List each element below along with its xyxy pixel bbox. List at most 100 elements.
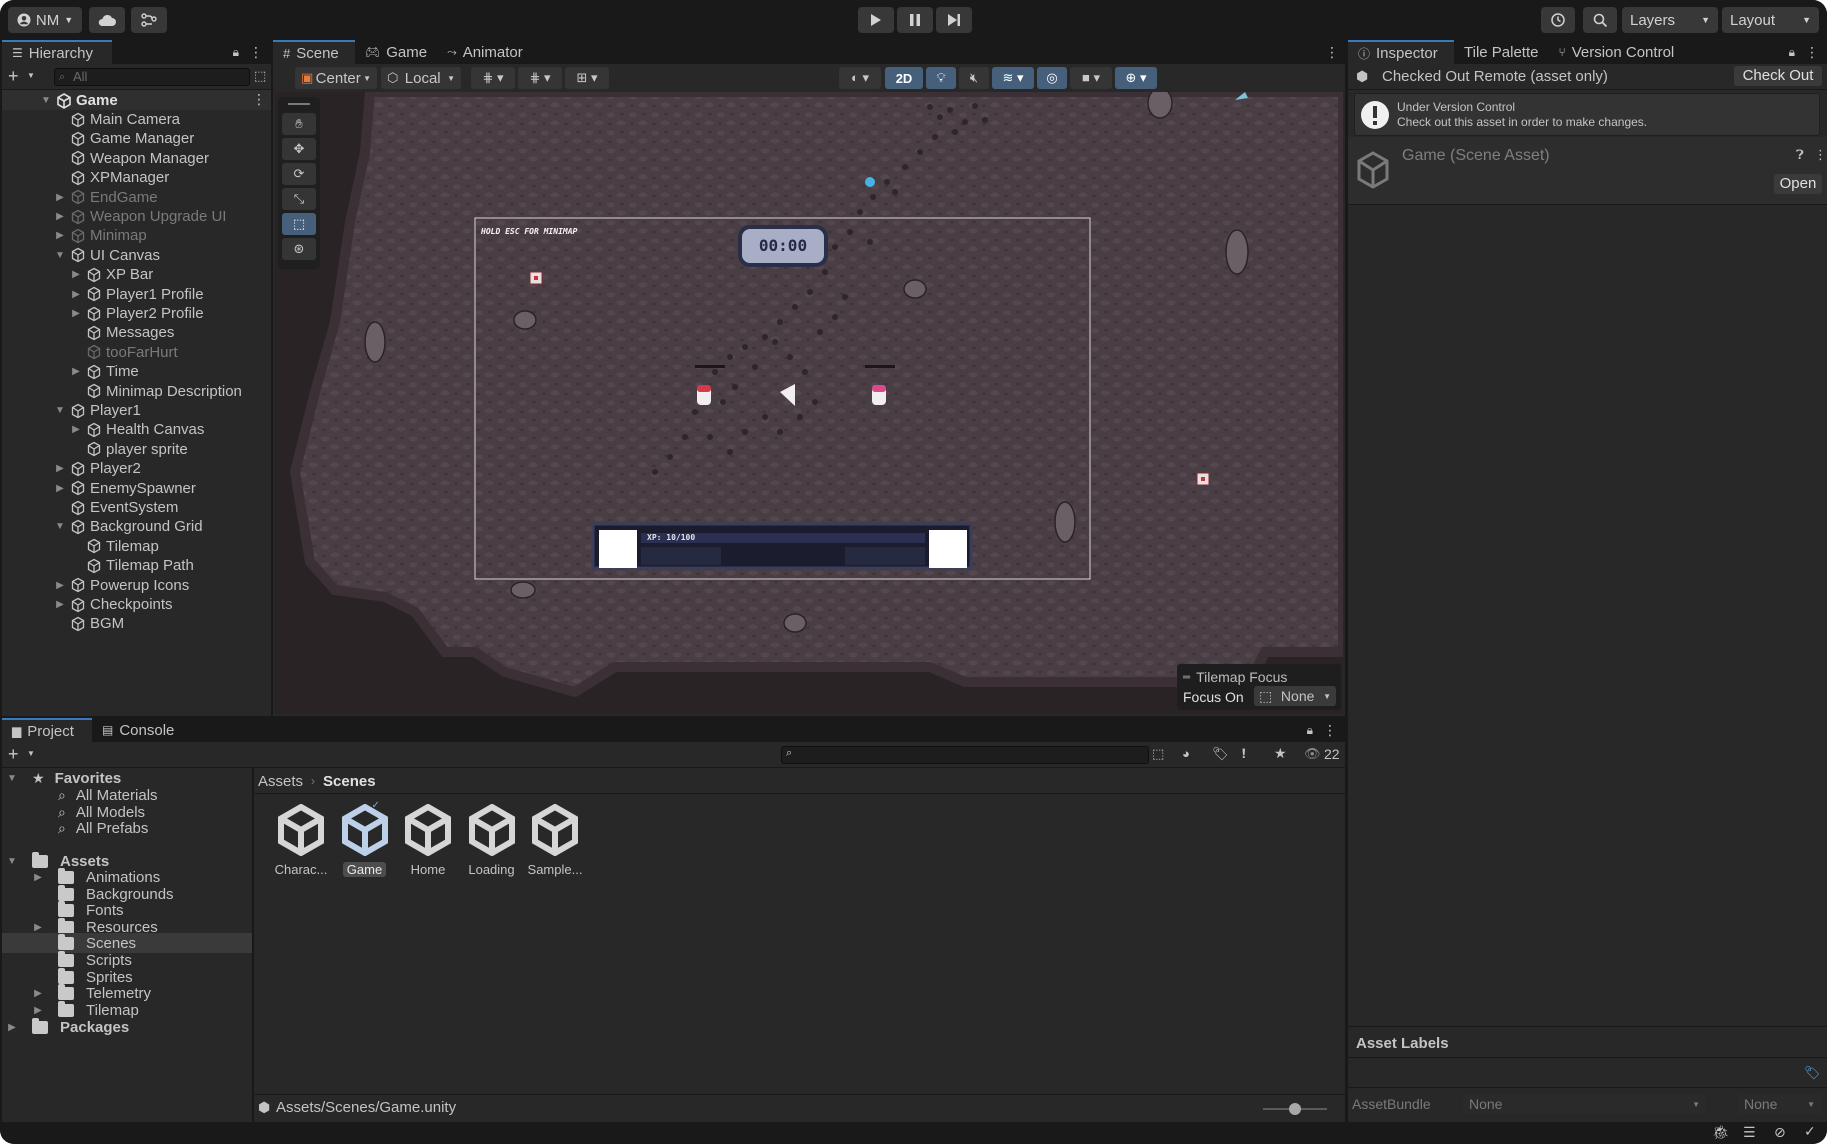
hierarchy-item[interactable]: ▶ Health Canvas bbox=[70, 420, 204, 439]
collapse-arrow-icon[interactable]: ▶ bbox=[54, 230, 66, 241]
hierarchy-item[interactable]: Messages bbox=[70, 323, 174, 342]
more-menu-icon[interactable]: ⋮ bbox=[1325, 44, 1345, 61]
collapse-arrow-icon[interactable]: ▶ bbox=[54, 211, 66, 222]
hierarchy-item[interactable]: ▶ Weapon Upgrade UI bbox=[54, 207, 226, 226]
debug-bug-icon[interactable]: 🐞︎ bbox=[1712, 1124, 1730, 1141]
pause-button[interactable] bbox=[897, 7, 933, 33]
lock-icon[interactable]: 🔒︎ bbox=[1789, 45, 1805, 60]
more-menu-icon[interactable]: ⋮ bbox=[249, 44, 271, 61]
cache-server-icon[interactable]: ☰ bbox=[1743, 1124, 1756, 1141]
focus-on-dropdown[interactable]: ⬚ None ▼ bbox=[1254, 686, 1336, 706]
hierarchy-item[interactable]: ▶ Player1 Profile bbox=[70, 285, 203, 304]
tab-project[interactable]: ▆ Project bbox=[2, 718, 92, 742]
hierarchy-search-input[interactable]: ⌕ All bbox=[54, 68, 250, 86]
open-button[interactable]: Open bbox=[1774, 174, 1822, 194]
hierarchy-item[interactable]: Tilemap Path bbox=[70, 556, 194, 575]
hand-tool[interactable]: ✋︎ bbox=[282, 113, 316, 135]
collapse-arrow-icon[interactable]: ▶ bbox=[32, 1005, 44, 1016]
hidden-objects-toggle[interactable]: ◎ bbox=[1037, 67, 1067, 89]
tab-console[interactable]: ▤ Console bbox=[92, 718, 184, 742]
hierarchy-item[interactable]: player sprite bbox=[70, 440, 188, 459]
collapse-arrow-icon[interactable]: ▶ bbox=[54, 463, 66, 474]
grid-snap-button[interactable]: ⋕ ▾ bbox=[518, 67, 562, 89]
lock-icon[interactable]: 🔒︎ bbox=[1307, 723, 1323, 738]
version-control-button[interactable] bbox=[131, 7, 167, 33]
filter-warnings-icon[interactable]: ❗︎ bbox=[1242, 746, 1246, 762]
undo-history-button[interactable] bbox=[1541, 7, 1575, 33]
scene-root-game[interactable]: ▼ Game bbox=[40, 91, 118, 110]
expand-arrow-icon[interactable]: ▼ bbox=[54, 521, 66, 532]
hierarchy-item[interactable]: Minimap Description bbox=[70, 382, 242, 401]
search-button[interactable] bbox=[1583, 7, 1617, 33]
collapse-arrow-icon[interactable]: ▶ bbox=[54, 483, 66, 494]
hierarchy-item[interactable]: ▶ Powerup Icons bbox=[54, 576, 189, 595]
pivot-center-dropdown[interactable]: ▣ Center ▼ bbox=[295, 67, 377, 89]
collapse-arrow-icon[interactable]: ▶ bbox=[70, 269, 82, 280]
filter-by-type-icon[interactable]: ◕ bbox=[1182, 746, 1190, 761]
more-menu-icon[interactable]: ⋮ bbox=[1323, 722, 1345, 739]
collapse-arrow-icon[interactable]: ▶ bbox=[54, 192, 66, 203]
collapse-arrow-icon[interactable]: ▶ bbox=[32, 922, 44, 933]
asset-tile[interactable]: Charac... bbox=[266, 803, 336, 877]
lock-icon[interactable]: 🔒︎ bbox=[233, 45, 249, 60]
icon-size-slider[interactable] bbox=[1263, 1103, 1327, 1115]
hierarchy-item[interactable]: ▶ EndGame bbox=[54, 188, 157, 207]
transform-tool[interactable]: ⊛ bbox=[282, 238, 316, 260]
hierarchy-item[interactable]: EventSystem bbox=[54, 498, 178, 517]
audio-toggle[interactable]: 🔇︎ bbox=[959, 67, 989, 89]
collapse-arrow-icon[interactable]: ▶ bbox=[70, 366, 82, 377]
breadcrumb-assets[interactable]: Assets bbox=[258, 773, 303, 790]
tab-version-control[interactable]: ⑂ Version Control bbox=[1548, 40, 1684, 64]
search-by-type-icon[interactable]: ⬚ bbox=[1152, 746, 1164, 762]
hierarchy-item[interactable]: Game Manager bbox=[54, 129, 194, 148]
checkout-button[interactable]: Check Out bbox=[1734, 66, 1822, 86]
tab-hierarchy[interactable]: ☰ Hierarchy bbox=[2, 40, 112, 64]
hierarchy-item[interactable]: Main Camera bbox=[54, 110, 180, 129]
assetbundle-dropdown[interactable]: None ▼ bbox=[1463, 1094, 1706, 1114]
hierarchy-item[interactable]: tooFarHurt bbox=[70, 343, 178, 362]
hierarchy-item[interactable]: ▶ Minimap bbox=[54, 226, 147, 245]
account-dropdown[interactable]: NM ▼ bbox=[8, 7, 82, 33]
hierarchy-item[interactable]: ▼ UI Canvas bbox=[54, 246, 160, 265]
layers-dropdown[interactable]: Layers ▼ bbox=[1622, 7, 1718, 33]
increment-snap-button[interactable]: ⊞ ▾ bbox=[565, 67, 609, 89]
add-icon[interactable]: + bbox=[8, 744, 19, 765]
breadcrumb-scenes[interactable]: Scenes bbox=[323, 773, 376, 790]
hierarchy-item[interactable]: ▼ Background Grid bbox=[54, 517, 203, 536]
tab-animator[interactable]: ⤳ Animator bbox=[437, 40, 533, 64]
scene-visibility-icon[interactable]: ⬚ bbox=[254, 68, 266, 84]
folder-item[interactable]: ▶ Tilemap bbox=[32, 1000, 139, 1020]
tab-scene[interactable]: # Scene bbox=[273, 40, 355, 64]
draw-mode-dropdown[interactable]: ◐ ▾ bbox=[839, 67, 881, 89]
collapse-arrow-icon[interactable]: ▶ bbox=[54, 580, 66, 591]
play-button[interactable] bbox=[858, 7, 894, 33]
cloud-button[interactable] bbox=[89, 7, 125, 33]
rect-tool[interactable]: ⬚ bbox=[282, 213, 316, 235]
collapse-arrow-icon[interactable]: ▶ bbox=[6, 1022, 18, 1033]
assetbundle-variant-dropdown[interactable]: None ▼ bbox=[1738, 1094, 1821, 1114]
chevron-down-icon[interactable]: ▼ bbox=[27, 71, 35, 80]
rotate-tool[interactable]: ⟳ bbox=[282, 163, 316, 185]
collapse-arrow-icon[interactable]: ▶ bbox=[32, 872, 44, 883]
expand-arrow-icon[interactable]: ▼ bbox=[6, 856, 18, 867]
hidden-packages-icon[interactable]: 👁︎ bbox=[1304, 746, 1321, 762]
scale-tool[interactable]: ⤡ bbox=[282, 188, 316, 210]
help-icon[interactable]: ❓︎ bbox=[1796, 147, 1804, 163]
expand-arrow-icon[interactable]: ▼ bbox=[54, 250, 66, 261]
hierarchy-item[interactable]: ▶ XP Bar bbox=[70, 265, 153, 284]
more-menu-icon[interactable]: ⋮ bbox=[252, 91, 266, 108]
tab-inspector[interactable]: ⓘ Inspector bbox=[1348, 40, 1454, 64]
project-search-input[interactable]: ⌕ bbox=[781, 746, 1149, 764]
chevron-down-icon[interactable]: ▼ bbox=[27, 749, 35, 758]
tab-game[interactable]: 🎮︎ Game bbox=[355, 40, 437, 64]
more-menu-icon[interactable]: ⋮ bbox=[1814, 147, 1827, 163]
add-icon[interactable]: + bbox=[8, 66, 19, 87]
pivot-local-dropdown[interactable]: ⬡ Local ▼ bbox=[381, 67, 461, 89]
camera-dropdown[interactable]: ■ ▾ bbox=[1070, 67, 1112, 89]
auto-refresh-icon[interactable]: ⊘ bbox=[1774, 1124, 1786, 1141]
lighting-toggle[interactable]: 💡︎ bbox=[926, 67, 956, 89]
toggle-2d-button[interactable]: 2D bbox=[885, 67, 923, 89]
effects-dropdown[interactable]: ≋ ▾ bbox=[992, 67, 1034, 89]
scene-viewport[interactable]: HOLD ESC FOR MINIMAP 00:00 XP: 10/100 ✋︎… bbox=[275, 92, 1343, 714]
layout-dropdown[interactable]: Layout ▼ bbox=[1722, 7, 1819, 33]
